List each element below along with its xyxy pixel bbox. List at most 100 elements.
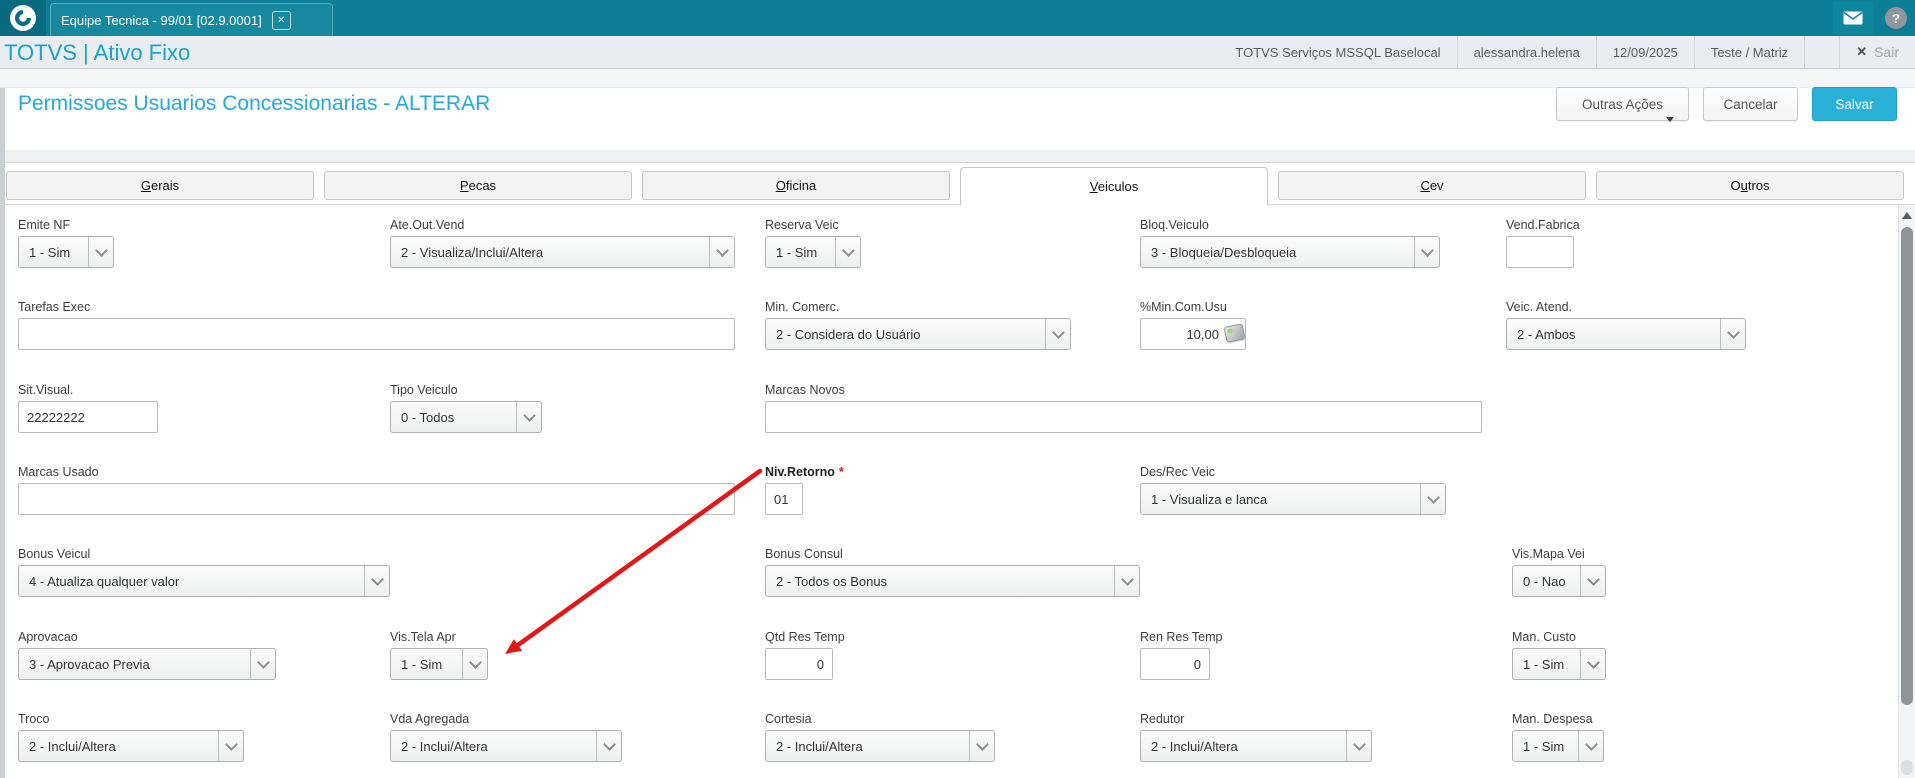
other-actions-button[interactable]: Outras Ações [1556,87,1689,121]
cancel-button[interactable]: Cancelar [1703,87,1798,121]
field-bonus-veicul: Bonus Veicul 4 - Atualiza qualquer valor [18,547,390,597]
field-ate-out-vend: Ate.Out.Vend 2 - Visualiza/Inclui/Altera [390,218,735,268]
vertical-scrollbar[interactable] [1898,205,1915,778]
chevron-down-icon [1580,566,1605,596]
field-label: Man. Custo [1512,630,1576,644]
header-spacer [1804,36,1839,68]
chevron-down-icon [516,402,541,432]
help-button[interactable]: ? [1885,7,1907,29]
mail-button[interactable] [1833,2,1873,34]
field-label: Qtd Res Temp [765,630,845,644]
close-icon[interactable]: ✕ [271,10,291,30]
field-min-com-usu: %Min.Com.Usu [1140,300,1246,350]
field-label: Reserva Veic [765,218,839,232]
chevron-down-icon [88,237,113,267]
logout-button[interactable]: ✕ Sair [1839,36,1915,68]
field-label: Emite NF [18,218,71,232]
required-asterisk: * [838,465,844,479]
totvs-logo[interactable] [0,0,46,36]
bonus-consul-select[interactable]: 2 - Todos os Bonus [765,565,1140,597]
scroll-up-arrow-icon[interactable] [1902,212,1912,219]
field-aprovacao: Aprovacao 3 - Aprovacao Previa [18,630,276,680]
field-label: Niv.Retorno * [765,465,844,479]
environment-label: TOTVS Serviços MSSQL Baselocal [1235,44,1441,60]
bonus-veicul-select[interactable]: 4 - Atualiza qualquer valor [18,565,390,597]
mail-icon [1843,11,1863,25]
troco-select[interactable]: 2 - Inclui/Altera [18,730,244,762]
field-label: Vda Agregada [390,712,470,726]
vis-mapa-vei-select[interactable]: 0 - Nao [1512,565,1606,597]
field-tipo-veiculo: Tipo Veiculo 0 - Todos [390,383,542,433]
field-label: %Min.Com.Usu [1140,300,1227,314]
tipo-veiculo-select[interactable]: 0 - Todos [390,401,542,433]
field-label: Redutor [1140,712,1185,726]
field-reserva-veic: Reserva Veic 1 - Sim [765,218,861,268]
tarefas-exec-input[interactable] [18,318,735,350]
field-niv-retorno: Niv.Retorno * [765,465,844,515]
logout-label: Sair [1874,44,1899,60]
subheader-strip [0,69,1915,88]
tab-outros[interactable]: Outros [1596,171,1904,200]
field-bonus-consul: Bonus Consul 2 - Todos os Bonus [765,547,1140,597]
tab-pecas[interactable]: Pecas [324,171,632,200]
scroll-down-button[interactable] [1901,760,1913,775]
field-label: Bonus Consul [765,547,843,561]
bloq-veiculo-select[interactable]: 3 - Bloqueia/Desbloqueia [1140,236,1440,268]
page-title: Permissoes Usuarios Concessionarias - AL… [18,92,491,115]
scrollbar-thumb[interactable] [1901,227,1913,705]
save-button[interactable]: Salvar [1812,87,1897,121]
veic-atend-select[interactable]: 2 - Ambos [1506,318,1746,350]
man-despesa-select[interactable]: 1 - Sim [1512,730,1604,762]
niv-retorno-input[interactable] [765,483,803,515]
field-label: Des/Rec Veic [1140,465,1216,479]
vis-tela-apr-select[interactable]: 1 - Sim [390,648,488,680]
ren-res-temp-input[interactable] [1140,648,1210,680]
task-tab[interactable]: Equipe Tecnica - 99/01 [02.9.0001] ✕ [50,3,333,36]
field-label: Veic. Atend. [1506,300,1573,314]
chevron-down-icon [1420,484,1445,514]
chevron-down-icon [1580,649,1605,679]
marcas-novos-input[interactable] [765,401,1482,433]
tab-oficina[interactable]: Oficina [642,171,950,200]
chevron-down-icon [1114,566,1139,596]
other-actions-caret-icon[interactable] [1666,117,1674,122]
logout-x-icon: ✕ [1856,44,1868,59]
tab-veiculos[interactable]: Veiculos [960,167,1268,205]
field-label: Ren Res Temp [1140,630,1223,644]
marcas-usado-input[interactable] [18,483,735,515]
man-custo-select[interactable]: 1 - Sim [1512,648,1606,680]
divider-strip [0,150,1915,163]
reserva-veic-select[interactable]: 1 - Sim [765,236,861,268]
qtd-res-temp-input[interactable] [765,648,833,680]
topbar-actions: ? [1833,0,1907,36]
ate-out-vend-select[interactable]: 2 - Visualiza/Inclui/Altera [390,236,735,268]
field-label: Marcas Novos [765,383,845,397]
vend-fabrica-input[interactable] [1506,236,1574,268]
field-label: Vend.Fabrica [1506,218,1580,232]
redutor-select[interactable]: 2 - Inclui/Altera [1140,730,1372,762]
task-tab-title: Equipe Tecnica - 99/01 [02.9.0001] [61,12,262,28]
field-troco: Troco 2 - Inclui/Altera [18,712,244,762]
vda-agregada-select[interactable]: 2 - Inclui/Altera [390,730,622,762]
min-comerc-select[interactable]: 2 - Considera do Usuário [765,318,1071,350]
help-icon: ? [1892,10,1900,26]
field-vis-mapa-vei: Vis.Mapa Vei 0 - Nao [1512,547,1606,597]
field-label: Aprovacao [18,630,78,644]
field-man-custo: Man. Custo 1 - Sim [1512,630,1606,680]
des-rec-veic-select[interactable]: 1 - Visualiza e lanca [1140,483,1446,515]
emite-nf-select[interactable]: 1 - Sim [18,236,114,268]
chevron-down-icon [218,731,243,761]
field-marcas-usado: Marcas Usado [18,465,735,515]
aprovacao-select[interactable]: 3 - Aprovacao Previa [18,648,276,680]
cortesia-select[interactable]: 2 - Inclui/Altera [765,730,995,762]
date-label: 12/09/2025 [1595,36,1694,68]
tab-gerais[interactable]: Gerais [6,171,314,200]
chevron-down-icon [1414,237,1439,267]
field-emite-nf: Emite NF 1 - Sim [18,218,114,268]
field-label: Vis.Tela Apr [390,630,456,644]
field-label: Troco [18,712,50,726]
tab-cev[interactable]: Cev [1278,171,1586,200]
chevron-down-icon [462,649,487,679]
field-des-rec-veic: Des/Rec Veic 1 - Visualiza e lanca [1140,465,1446,515]
sit-visual-input[interactable] [18,401,158,433]
